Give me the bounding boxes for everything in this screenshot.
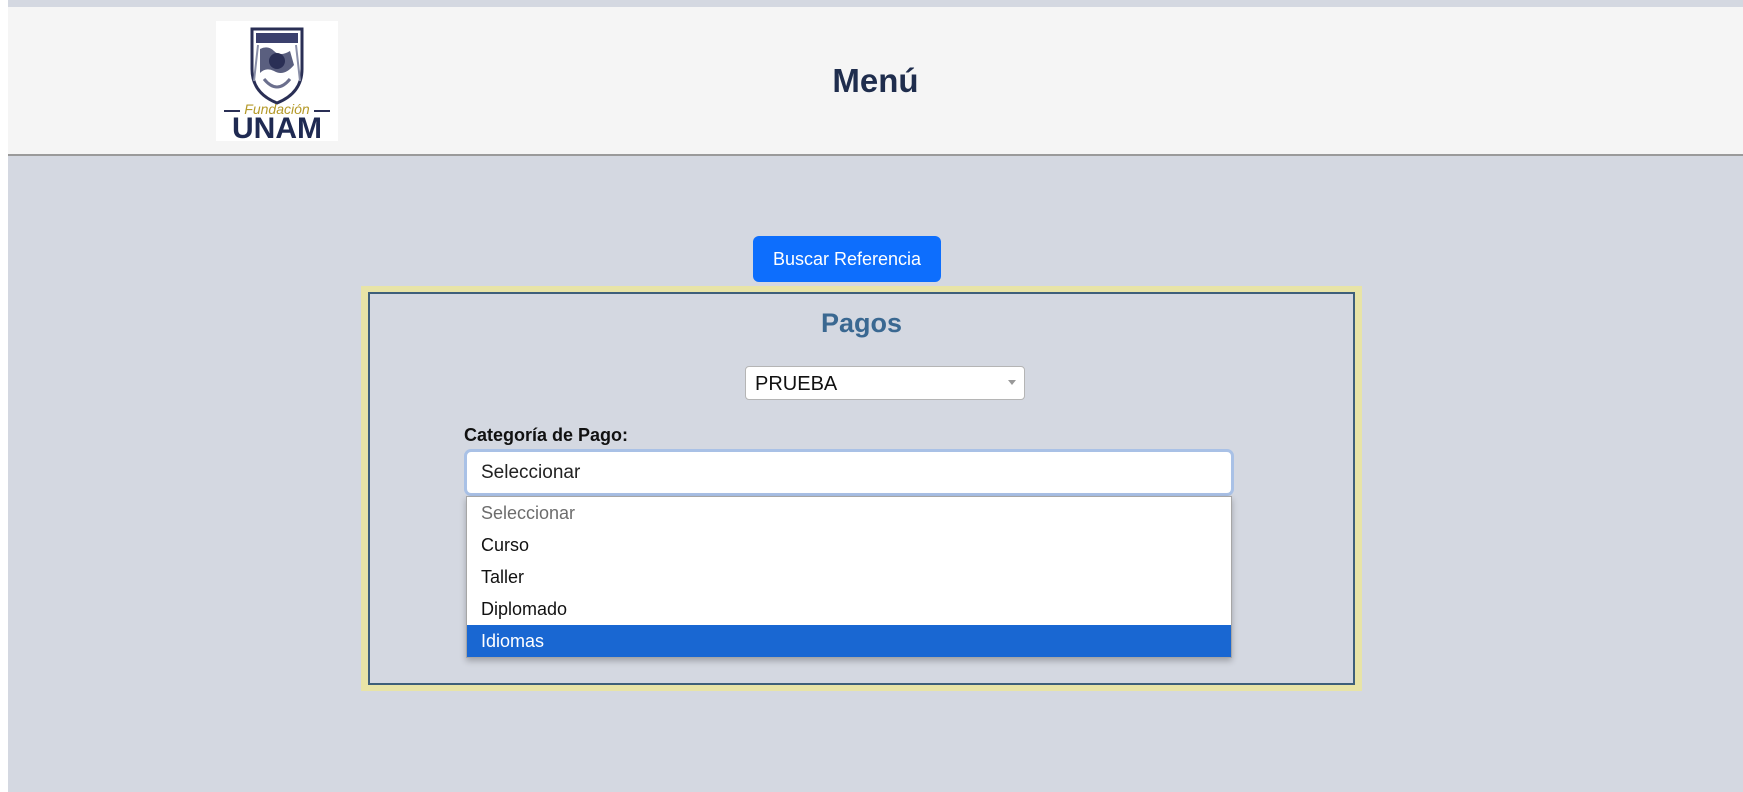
- dropdown-option-diplomado[interactable]: Diplomado: [467, 593, 1231, 625]
- categoria-select[interactable]: Seleccionar: [464, 449, 1234, 496]
- logo-unam-text: UNAM: [232, 112, 322, 141]
- alumno-select[interactable]: PRUEBA: [745, 366, 1025, 400]
- dropdown-option-seleccionar[interactable]: Seleccionar: [467, 497, 1231, 529]
- buscar-referencia-button[interactable]: Buscar Referencia: [753, 236, 941, 282]
- alumno-value: PRUEBA: [755, 373, 838, 395]
- categoria-label: Categoría de Pago:: [464, 425, 629, 445]
- pagos-title: Pagos: [820, 308, 903, 338]
- categoria-value: Seleccionar: [481, 462, 581, 483]
- dropdown-option-idiomas[interactable]: Idiomas: [467, 625, 1231, 657]
- dropdown-option-curso[interactable]: Curso: [467, 529, 1231, 561]
- pagos-panel: Pagos Alumno: PRUEBA Categoría de Pago: …: [361, 286, 1362, 691]
- page-edge: [0, 0, 8, 792]
- page-title: Menú: [832, 62, 919, 99]
- chevron-down-icon: [1008, 380, 1016, 385]
- categoria-dropdown-list: Seleccionar Curso Taller Diplomado Idiom…: [466, 496, 1232, 658]
- header: Fundación UNAM Menú: [8, 7, 1743, 156]
- page: Fundación UNAM Menú Buscar Referencia Pa…: [0, 0, 1743, 792]
- pagos-panel-inner: Pagos Alumno: PRUEBA Categoría de Pago: …: [368, 292, 1355, 685]
- dropdown-option-taller[interactable]: Taller: [467, 561, 1231, 593]
